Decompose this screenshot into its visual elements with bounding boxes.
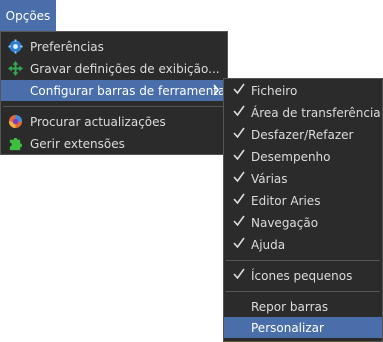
toolbar-item-navegacao[interactable]: Navegação <box>224 212 382 233</box>
move-arrows-icon <box>8 61 23 76</box>
toolbar-item-ficheiro[interactable]: Ficheiro <box>224 80 382 101</box>
gear-icon <box>8 39 23 54</box>
menu-separator <box>226 291 380 292</box>
toolbar-item-label: Desfazer/Refazer <box>251 127 354 142</box>
toolbar-item-label: Área de transferência <box>251 105 381 120</box>
check-icon <box>233 237 245 249</box>
toolbar-item-icones-pequenos[interactable]: Ícones pequenos <box>224 265 382 286</box>
check-icon <box>233 193 245 205</box>
update-globe-icon <box>8 114 23 129</box>
toolbar-item-label: Ajuda <box>251 237 286 252</box>
menu-item-label: Preferências <box>30 39 104 54</box>
menu-item-gravar-definicoes[interactable]: Gravar definições de exibição... <box>1 58 227 79</box>
check-icon <box>233 105 245 117</box>
puzzle-icon <box>9 137 23 151</box>
toolbar-item-repor-barras[interactable]: Repor barras <box>224 296 382 317</box>
toolbar-item-label: Desempenho <box>251 149 331 164</box>
menu-item-label: Procurar actualizações <box>30 114 166 129</box>
toolbar-item-desfazer-refazer[interactable]: Desfazer/Refazer <box>224 124 382 145</box>
toolbar-item-label: Navegação <box>251 215 319 230</box>
toolbar-item-varias[interactable]: Várias <box>224 168 382 189</box>
check-icon <box>233 215 245 227</box>
menu-item-procurar-actualizacoes[interactable]: Procurar actualizações <box>1 111 227 132</box>
check-icon <box>233 268 245 280</box>
toolbars-submenu: Ficheiro Área de transferência Desfazer/… <box>223 78 383 342</box>
menu-item-preferencias[interactable]: Preferências <box>1 36 227 57</box>
menu-item-label: Configurar barras de ferramentas <box>30 83 232 98</box>
menu-item-gerir-extensoes[interactable]: Gerir extensões <box>1 133 227 154</box>
check-icon <box>233 149 245 161</box>
screen: Opções Preferências Gravar definições de… <box>0 0 383 342</box>
menu-opcoes[interactable]: Opções <box>0 0 56 31</box>
check-icon <box>233 171 245 183</box>
check-icon <box>233 127 245 139</box>
menu-separator <box>226 260 380 261</box>
options-dropdown: Preferências Gravar definições de exibiç… <box>0 31 232 155</box>
menu-item-label: Gerir extensões <box>30 136 125 151</box>
toolbar-item-label: Repor barras <box>251 299 329 314</box>
chevron-right-icon <box>213 84 219 96</box>
toolbar-item-personalizar[interactable]: Personalizar <box>224 317 382 338</box>
toolbar-item-ajuda[interactable]: Ajuda <box>224 234 382 255</box>
toolbar-item-label: Ícones pequenos <box>251 268 353 283</box>
menu-separator <box>3 106 225 107</box>
toolbar-item-desempenho[interactable]: Desempenho <box>224 146 382 167</box>
menu-item-label: Gravar definições de exibição... <box>30 61 220 76</box>
toolbar-item-label: Editor Aries <box>251 193 321 208</box>
menu-opcoes-label: Opções <box>5 8 51 23</box>
toolbar-item-label: Personalizar <box>251 320 324 335</box>
check-icon <box>233 83 245 95</box>
toolbar-item-editor-aries[interactable]: Editor Aries <box>224 190 382 211</box>
menu-item-configurar-barras[interactable]: Configurar barras de ferramentas <box>1 80 232 101</box>
toolbar-item-label: Ficheiro <box>251 83 298 98</box>
toolbar-item-label: Várias <box>251 171 288 186</box>
toolbar-item-area-transferencia[interactable]: Área de transferência <box>224 102 382 123</box>
